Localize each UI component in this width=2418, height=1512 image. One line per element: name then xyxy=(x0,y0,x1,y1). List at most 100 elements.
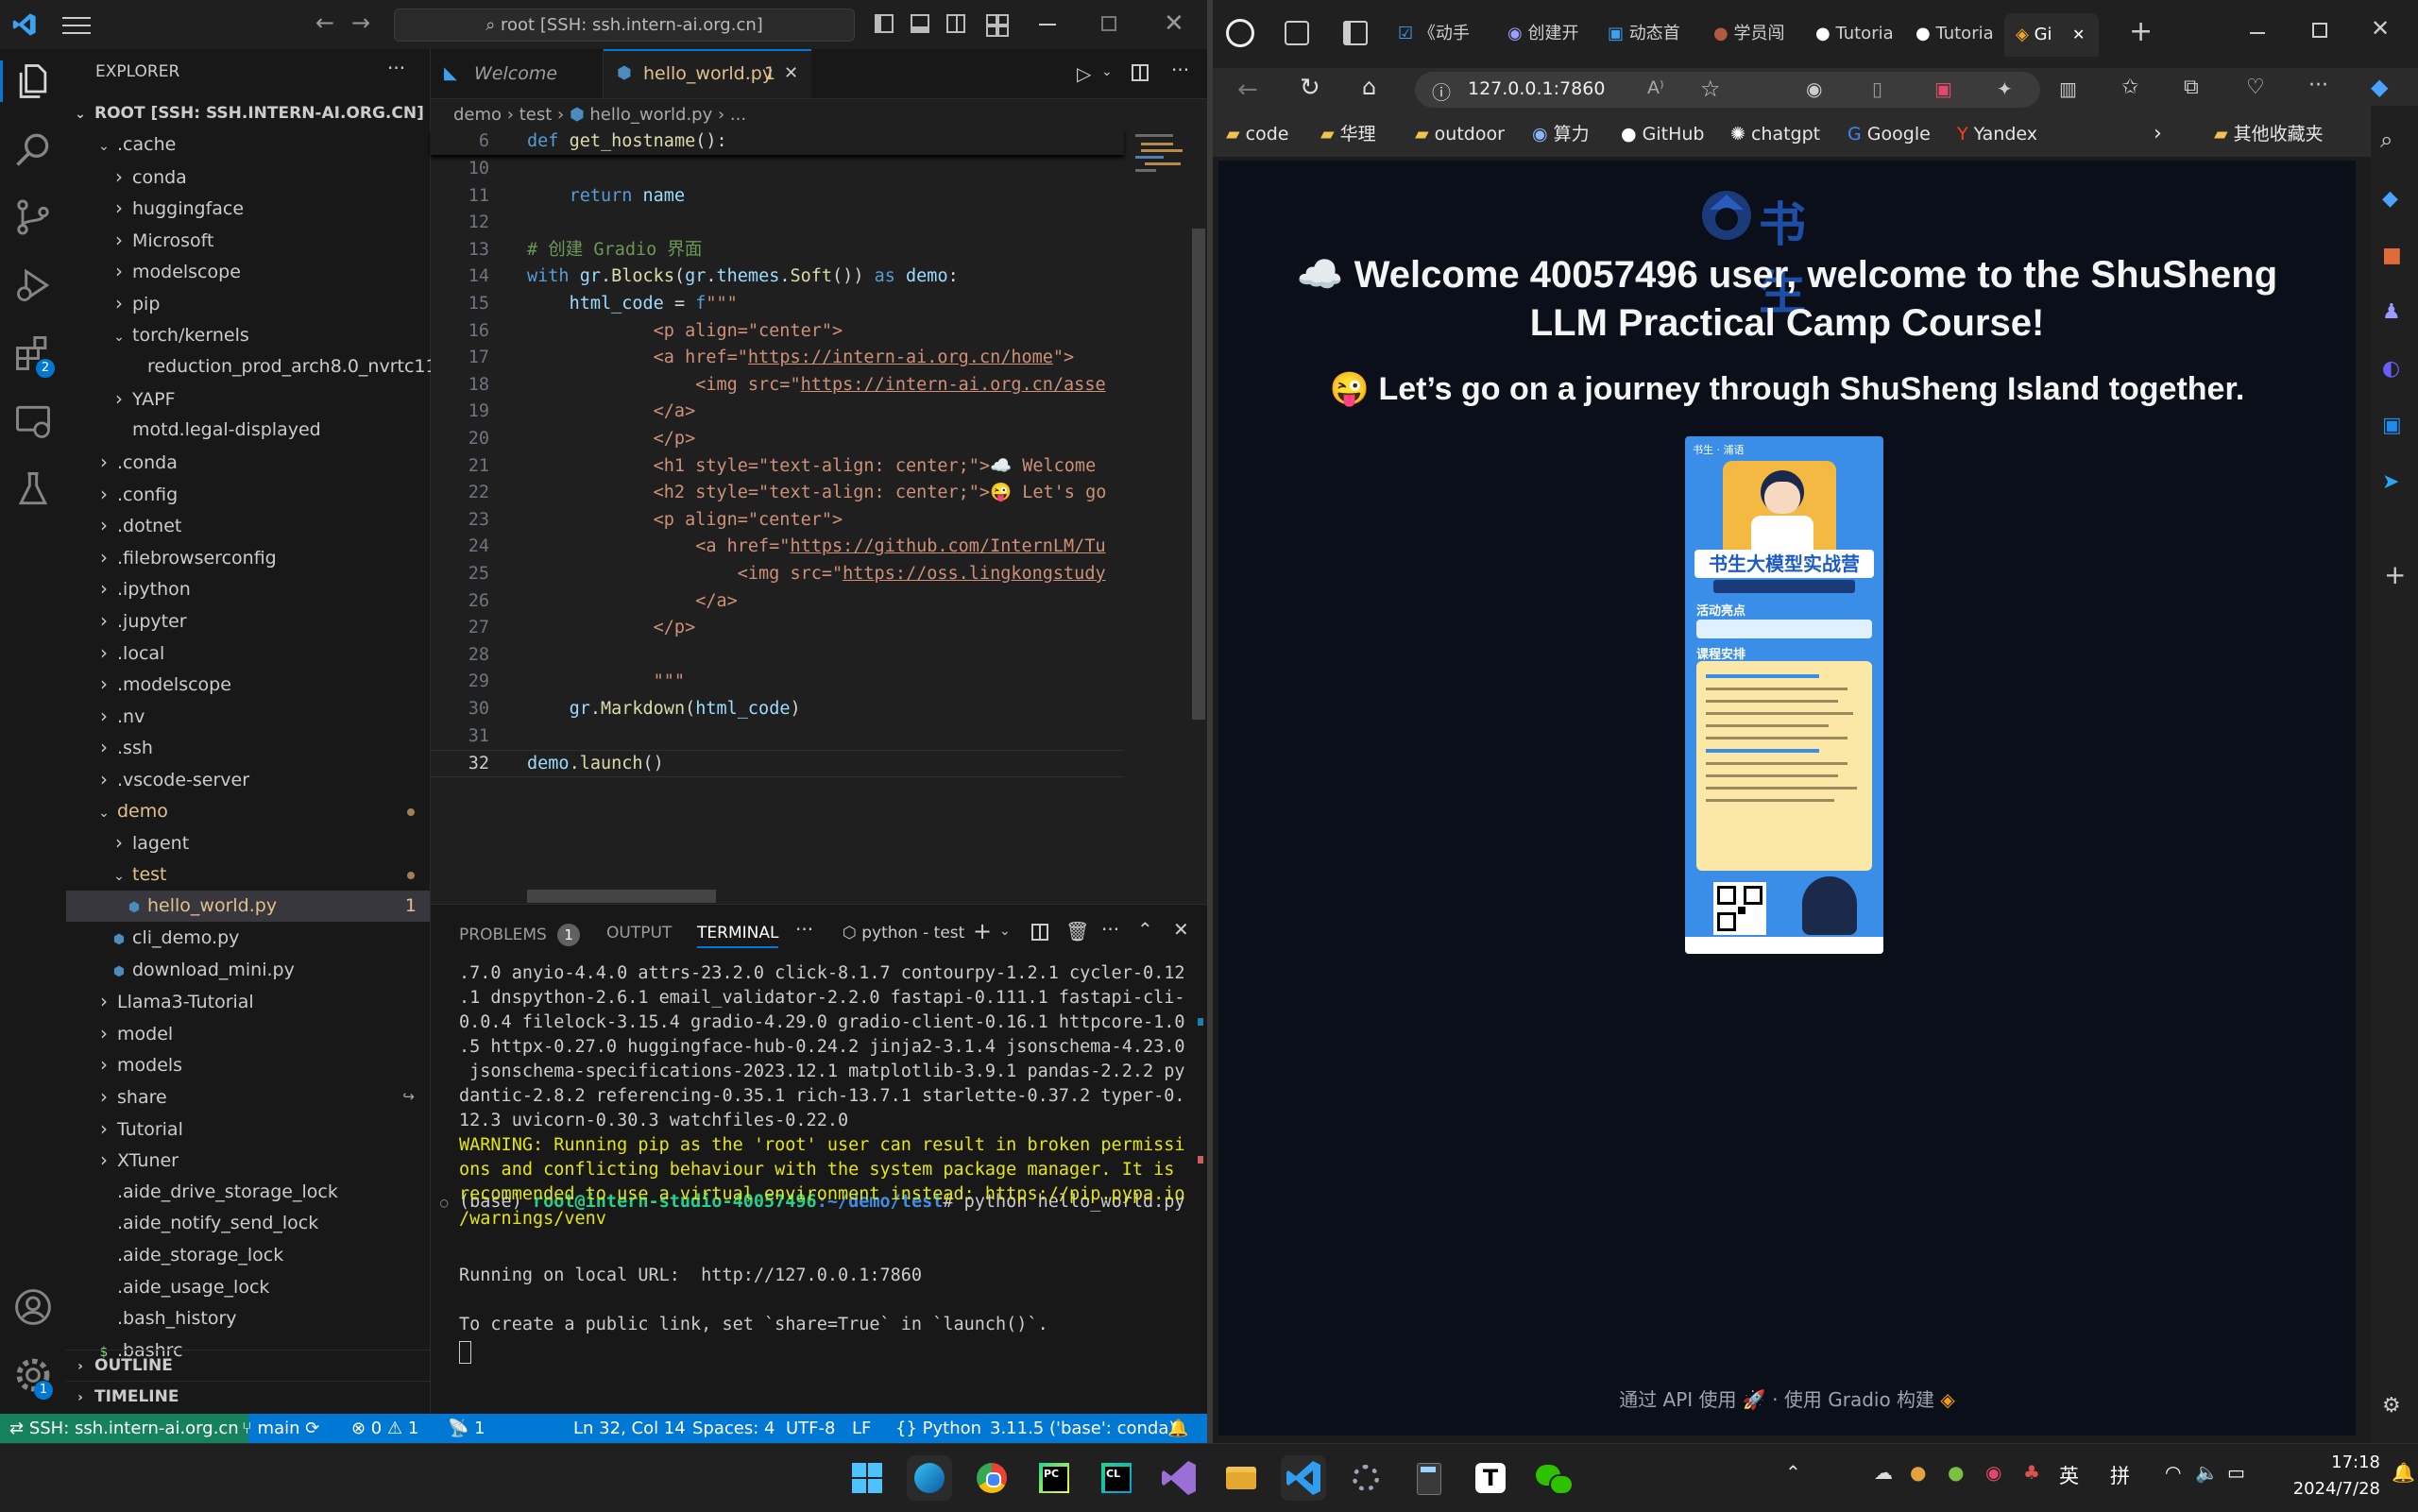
read-aloud-icon[interactable]: A⁾ xyxy=(1647,77,1664,98)
other-favorites[interactable]: ▰ 其他收藏夹 xyxy=(2214,121,2324,147)
tree-item[interactable]: › Tutorial xyxy=(66,1113,430,1145)
tree-item[interactable]: › .jupyter xyxy=(66,605,430,637)
tree-item[interactable]: › .ssh xyxy=(66,732,430,763)
file-explorer-taskbar-icon[interactable] xyxy=(1218,1455,1264,1501)
vertical-scrollbar[interactable] xyxy=(1192,229,1205,720)
edge-taskbar-icon[interactable] xyxy=(907,1455,952,1501)
tree-item[interactable]: ⬢ hello_world.py 1 xyxy=(66,891,430,923)
browser-tab[interactable]: ● Tutoria xyxy=(1815,17,1910,51)
split-terminal-icon[interactable] xyxy=(1031,924,1048,941)
terminal-output[interactable]: ○ (base) root@intern-studio-40057496:~/d… xyxy=(431,961,1207,1413)
tree-item[interactable]: › .dotnet xyxy=(66,510,430,541)
telegram-icon[interactable]: ➤ xyxy=(2382,470,2399,494)
visual-studio-taskbar-icon[interactable] xyxy=(1156,1455,1201,1501)
browser-essentials-icon[interactable]: ◉ xyxy=(1806,77,1822,100)
language-mode[interactable]: {} Python xyxy=(895,1414,981,1443)
tree-item[interactable]: › huggingface xyxy=(66,193,430,224)
chevron-down-icon[interactable]: ⌄ xyxy=(1101,64,1113,79)
toggle-secondary-sidebar-icon[interactable] xyxy=(946,14,965,33)
source-control-icon[interactable] xyxy=(12,196,54,238)
sticky-scroll-header[interactable]: 6 def get_hostname(): xyxy=(431,128,1124,155)
tree-item[interactable]: › .conda xyxy=(66,447,430,478)
command-center-search[interactable]: ⌕ root [SSH: ssh.intern-ai.org.cn] xyxy=(394,8,855,42)
tree-item[interactable]: › share ↪ xyxy=(66,1081,430,1113)
copilot-icon[interactable]: ◆ xyxy=(2371,74,2388,100)
customize-layout-icon[interactable] xyxy=(986,14,1009,37)
browser-tab-active[interactable]: ◈ Gi ✕ xyxy=(2004,13,2099,57)
start-windows-icon[interactable] xyxy=(844,1455,890,1501)
code-line[interactable]: 21 <h1 style="text-align: center;">☁️ We… xyxy=(431,453,1124,481)
tree-item[interactable]: › .config xyxy=(66,479,430,510)
tree-item[interactable]: › .ipython xyxy=(66,573,430,604)
tree-item[interactable]: › YAPF xyxy=(66,383,430,415)
end-of-line[interactable]: LF xyxy=(852,1414,871,1443)
search-icon[interactable] xyxy=(12,128,54,170)
more-views-icon[interactable]: ··· xyxy=(795,918,813,941)
account-icon[interactable] xyxy=(12,1286,54,1328)
minimap[interactable] xyxy=(1132,128,1190,242)
input-method-mode[interactable]: 拼 xyxy=(2110,1461,2130,1489)
typora-taskbar-icon[interactable]: T xyxy=(1468,1455,1513,1501)
tab-output[interactable]: OUTPUT xyxy=(606,924,672,943)
notifications-bell-icon[interactable]: 🔔 xyxy=(2392,1461,2415,1484)
more-actions-icon[interactable]: ··· xyxy=(1101,918,1119,941)
tree-item[interactable]: › models xyxy=(66,1049,430,1080)
close-icon[interactable]: ✕ xyxy=(2371,15,2390,42)
workspaces-icon[interactable] xyxy=(1285,21,1309,45)
tag-icon[interactable]: ◆ xyxy=(2382,187,2398,211)
code-line[interactable]: 13 # 创建 Gradio 界面 xyxy=(431,237,1124,264)
explorer-root-folder[interactable]: ⌄ ROOT [SSH: SSH.INTERN-AI.ORG.CN] xyxy=(66,98,430,129)
terminal-scrollbar[interactable] xyxy=(1194,961,1207,1396)
tree-item[interactable]: › .vscode-server xyxy=(66,764,430,795)
chevron-up-icon[interactable]: ⌃ xyxy=(1785,1461,1801,1484)
code-line[interactable]: 28 xyxy=(431,642,1124,670)
code-line[interactable]: 11 return name xyxy=(431,183,1124,211)
code-line[interactable]: 12 xyxy=(431,210,1124,237)
volume-icon[interactable]: 🔈 xyxy=(2195,1461,2219,1484)
code-line[interactable]: 24 <a href="https://github.com/InternLM/… xyxy=(431,534,1124,561)
add-sidebar-app-icon[interactable]: + xyxy=(2384,559,2406,590)
outline-section[interactable]: › OUTLINE xyxy=(66,1350,430,1382)
close-tab-icon[interactable]: ✕ xyxy=(2072,13,2085,57)
maximize-icon[interactable] xyxy=(2312,23,2327,38)
new-terminal-icon[interactable]: + xyxy=(973,918,992,944)
code-line[interactable]: 18 <img src="https://intern-ai.org.cn/as… xyxy=(431,372,1124,399)
code-line[interactable]: 26 </a> xyxy=(431,588,1124,616)
toggle-sidebar-icon[interactable] xyxy=(875,14,894,33)
more-actions-icon[interactable]: ··· xyxy=(387,57,405,79)
favorite-folder-outdoor[interactable]: ▰ outdoor xyxy=(1415,121,1505,147)
git-branch[interactable]: ⑂ main ⟳ xyxy=(242,1414,319,1443)
code-line[interactable]: 29 """ xyxy=(431,669,1124,696)
back-icon[interactable]: ← xyxy=(1237,76,1258,104)
browser-tab[interactable]: ● Tutoria xyxy=(1916,17,2010,51)
cursor-position[interactable]: Ln 32, Col 14 xyxy=(573,1414,686,1443)
pycharm-taskbar-icon[interactable]: PC xyxy=(1031,1455,1077,1501)
python-interpreter[interactable]: 3.11.5 ('base': conda) xyxy=(990,1414,1175,1443)
terminal-selector[interactable]: ⬡ python - test xyxy=(843,924,964,943)
sync-icon[interactable]: ⟳ xyxy=(305,1419,319,1438)
browser-tab[interactable]: ● 学员闯 xyxy=(1713,17,1808,51)
clock[interactable]: 17:18 2024/7/28 xyxy=(2286,1450,2380,1503)
tree-item[interactable]: motd.legal-displayed xyxy=(66,415,430,446)
toggle-panel-icon[interactable] xyxy=(911,14,929,33)
outlook-icon[interactable]: ▣ xyxy=(2382,414,2402,437)
more-actions-icon[interactable]: ··· xyxy=(1171,59,1189,81)
tree-item[interactable]: .aide_drive_storage_lock xyxy=(66,1177,430,1208)
code-line[interactable]: 31 xyxy=(431,723,1124,751)
settings-more-icon[interactable]: ··· xyxy=(2308,74,2328,97)
tree-item[interactable]: ⌄ .cache xyxy=(66,129,430,161)
explorer-icon[interactable] xyxy=(12,60,54,102)
favorite-suanli[interactable]: ◉ 算力 xyxy=(1532,121,1590,147)
code-line[interactable]: 27 </p> xyxy=(431,615,1124,642)
breadcrumb-file[interactable]: hello_world.py xyxy=(589,105,712,125)
code-line[interactable]: 16 <p align="center"> xyxy=(431,318,1124,346)
code-line[interactable]: 30 gr.Markdown(html_code) xyxy=(431,696,1124,723)
horizontal-scrollbar[interactable] xyxy=(527,890,716,903)
breadcrumb-demo[interactable]: demo xyxy=(453,105,502,125)
onedrive-icon[interactable]: ☁ xyxy=(1874,1461,1893,1484)
tray-app-icon[interactable]: ◉ xyxy=(1985,1461,2001,1484)
extension-icon[interactable]: ▣ xyxy=(1934,77,1952,100)
chevron-right-icon[interactable]: › xyxy=(2154,121,2162,147)
tree-item[interactable]: › modelscope xyxy=(66,256,430,287)
tab-terminal[interactable]: TERMINAL xyxy=(697,924,779,948)
